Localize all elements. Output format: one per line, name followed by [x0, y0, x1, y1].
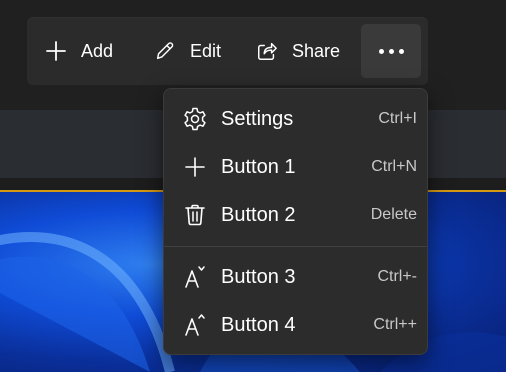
menu-item-label: Button 2	[221, 203, 296, 226]
plus-icon	[182, 154, 208, 180]
add-button-label: Add	[81, 40, 114, 61]
command-bar: Add Edit Share	[27, 17, 428, 85]
menu-item-shortcut: Ctrl+-	[377, 268, 417, 285]
gear-icon	[182, 106, 208, 132]
share-button-label: Share	[292, 40, 341, 61]
font-decrease-icon	[182, 264, 208, 290]
trash-icon	[182, 202, 208, 228]
menu-item-label: Button 4	[221, 313, 296, 336]
menu-item-button-1[interactable]: Button 1 Ctrl+N	[168, 145, 423, 189]
pencil-icon	[154, 40, 176, 62]
edit-button-label: Edit	[190, 40, 222, 61]
add-button[interactable]: Add	[45, 24, 145, 78]
menu-item-label: Button 1	[221, 155, 296, 178]
menu-item-shortcut: Ctrl+N	[371, 158, 417, 175]
more-options-button[interactable]	[361, 24, 421, 78]
menu-item-button-3[interactable]: Button 3 Ctrl+-	[168, 255, 423, 299]
overflow-menu: Settings Ctrl+I Button 1 Ctrl+N Button 2…	[163, 88, 428, 355]
menu-item-shortcut: Ctrl+I	[378, 110, 417, 127]
menu-item-button-4[interactable]: Button 4 Ctrl++	[168, 303, 423, 347]
menu-separator	[164, 246, 427, 247]
share-button[interactable]: Share	[256, 24, 371, 78]
share-icon	[256, 40, 278, 62]
menu-item-shortcut: Ctrl++	[373, 316, 417, 333]
menu-item-label: Settings	[221, 107, 294, 130]
menu-item-shortcut: Delete	[370, 206, 417, 223]
font-increase-icon	[182, 312, 208, 338]
more-horizontal-icon	[378, 48, 404, 54]
menu-item-label: Button 3	[221, 265, 296, 288]
plus-icon	[45, 40, 67, 62]
edit-button[interactable]: Edit	[154, 24, 254, 78]
menu-item-settings[interactable]: Settings Ctrl+I	[168, 97, 423, 141]
menu-item-button-2[interactable]: Button 2 Delete	[168, 193, 423, 237]
